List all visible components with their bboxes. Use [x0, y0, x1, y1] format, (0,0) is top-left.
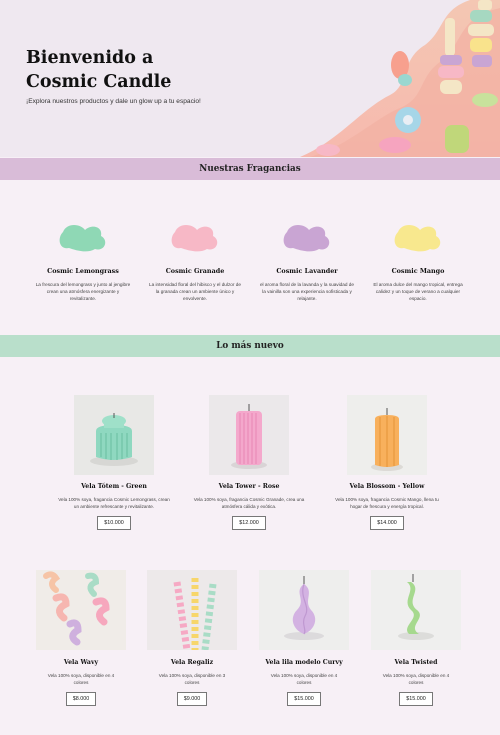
candle-blossom-image: [371, 408, 403, 471]
hero-title-line1: Bienvenido a: [26, 48, 154, 68]
product-description: Vela 100% soya, fragancia Cosmic Lemongr…: [58, 497, 170, 509]
product-price-button[interactable]: $15.000: [287, 692, 321, 706]
fragrance-description: el aroma floral de la lavanda y la suavi…: [259, 282, 355, 301]
fragrance-description: El aroma dulce del mango tropical, entre…: [373, 282, 463, 301]
product-image[interactable]: [36, 570, 126, 650]
fragrance-card: Cosmic Lavander el aroma floral de la la…: [259, 222, 355, 302]
product-description: Vela 100% soya, fragancia Cosmic Mango, …: [335, 497, 439, 509]
candle-twisted-image: [398, 574, 434, 640]
product-image[interactable]: [259, 570, 349, 650]
fragrance-card: Cosmic Granade La intensidad floral del …: [147, 222, 243, 302]
product-image[interactable]: [371, 570, 461, 650]
product-description: Vela 100% soya, disponible en 4 colores: [270, 673, 338, 685]
blob-icon: [283, 225, 330, 252]
fragrance-description: La intensidad floral del hibisco y el du…: [149, 282, 241, 301]
hero-banner: Bienvenido a Cosmic Candle ¡Explora nues…: [0, 0, 500, 157]
product-image[interactable]: [347, 395, 427, 475]
fragrance-name: Cosmic Lemongrass: [47, 267, 119, 275]
candle-totem-image: [90, 413, 138, 466]
candle-wavy-image: [43, 571, 110, 646]
fragrance-name: Cosmic Mango: [391, 267, 445, 275]
product-image[interactable]: [147, 570, 237, 650]
product-name[interactable]: Vela lila modelo Curvy: [254, 659, 354, 666]
product-card[interactable]: Vela Twisted Vela 100% soya, disponible …: [368, 570, 464, 706]
product-price-button[interactable]: $8.000: [65, 692, 97, 706]
product-name[interactable]: Vela Tótem - Green: [55, 483, 173, 490]
product-price-button[interactable]: $9.000: [176, 692, 208, 706]
fragrance-card: Cosmic Lemongrass La frescura del lemong…: [35, 222, 131, 302]
product-name[interactable]: Vela Blossom - Yellow: [328, 483, 446, 490]
product-description: Vela 100% soya, disponible en 3 colores: [158, 673, 226, 685]
product-image[interactable]: [74, 395, 154, 475]
candle-regaliz-image: [173, 578, 217, 650]
product-image[interactable]: [209, 395, 289, 475]
product-price-button[interactable]: $12.000: [232, 516, 266, 530]
fragrance-description: La frescura del lemongrass y junto al je…: [35, 282, 131, 301]
product-price-button[interactable]: $14.000: [370, 516, 404, 530]
product-price-button[interactable]: $15.000: [399, 692, 433, 706]
product-card[interactable]: Vela Regaliz Vela 100% soya, disponible …: [144, 570, 240, 706]
candle-curvy-image: [284, 576, 324, 640]
fragrance-card: Cosmic Mango El aroma dulce del mango tr…: [370, 222, 466, 302]
product-name[interactable]: Vela Wavy: [33, 659, 129, 666]
hero-subtitle: ¡Explora nuestros productos y dale un gl…: [26, 98, 201, 105]
fragrances-heading: Nuestras Fragancias: [199, 164, 301, 174]
hero-title-line2: Cosmic Candle: [26, 72, 172, 92]
candle-tower-image: [231, 404, 267, 469]
product-card[interactable]: Vela Blossom - Yellow Vela 100% soya, fr…: [328, 395, 446, 530]
hero-title: Bienvenido a Cosmic Candle: [26, 46, 171, 94]
hero-candles-image: [300, 0, 500, 157]
blob-icon: [59, 225, 106, 252]
product-price-button[interactable]: $10.000: [97, 516, 131, 530]
product-description: Vela 100% soya, fragancia Cosmic Granade…: [193, 497, 305, 509]
blob-icon: [394, 225, 441, 252]
new-products-section-header: Lo más nuevo: [0, 335, 500, 357]
product-name[interactable]: Vela Tower - Rose: [186, 483, 312, 490]
new-products-heading: Lo más nuevo: [216, 341, 284, 351]
product-description: Vela 100% soya, disponible en 4 colores: [47, 673, 115, 685]
fragrances-section-header: Nuestras Fragancias: [0, 158, 500, 180]
product-description: Vela 100% soya, disponible en 4 colores: [382, 673, 450, 685]
fragrance-name: Cosmic Granade: [165, 267, 225, 275]
product-card[interactable]: Vela Tower - Rose Vela 100% soya, fragan…: [186, 395, 312, 530]
product-name[interactable]: Vela Regaliz: [144, 659, 240, 666]
blob-icon: [171, 225, 218, 252]
product-card[interactable]: Vela Tótem - Green Vela 100% soya, fraga…: [55, 395, 173, 530]
fragrance-name: Cosmic Lavander: [276, 267, 338, 275]
product-name[interactable]: Vela Twisted: [368, 659, 464, 666]
product-card[interactable]: Vela Wavy Vela 100% soya, disponible en …: [33, 570, 129, 706]
product-card[interactable]: Vela lila modelo Curvy Vela 100% soya, d…: [254, 570, 354, 706]
